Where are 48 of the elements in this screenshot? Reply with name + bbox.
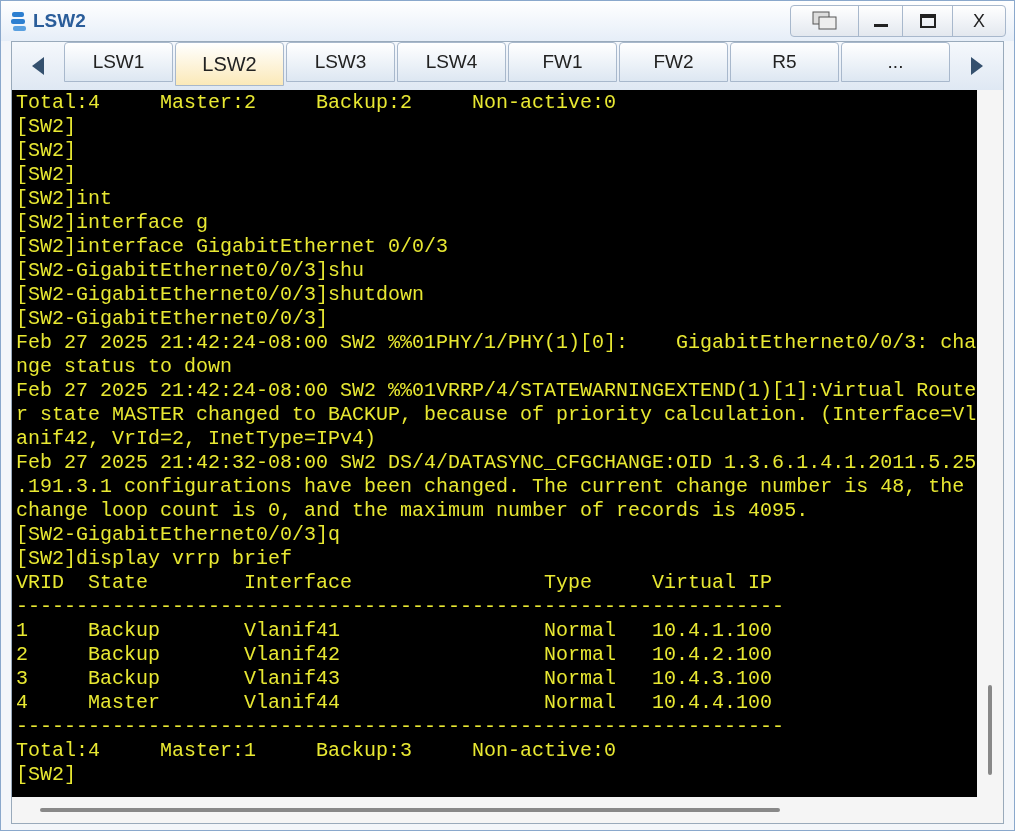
terminal-line: Feb 27 2025 21:42:32-08:00 SW2 DS/4/DATASYNC_CFGCHANGE:OID 1.3.6.1.4.1.2011.5.25 xyxy=(16,451,977,475)
terminal-line: 3 Backup Vlanif43 Normal 10.4.3.100 xyxy=(16,667,773,691)
tab[interactable]: R5 xyxy=(730,42,839,82)
terminal-line: [SW2]interface g xyxy=(16,211,209,235)
right-arrow-icon xyxy=(971,57,983,75)
tab[interactable]: FW1 xyxy=(508,42,617,82)
maximize-icon xyxy=(919,14,936,28)
terminal-line: Total:4 Master:1 Backup:3 Non-active:0 xyxy=(16,739,617,763)
terminal-line: [SW2]interface GigabitEthernet 0/0/3 xyxy=(16,235,449,259)
terminal-line: [SW2]display vrrp brief xyxy=(16,547,293,571)
terminal-line: [SW2-GigabitEthernet0/0/3]q xyxy=(16,523,341,547)
left-arrow-icon xyxy=(32,57,44,75)
windows-icon xyxy=(811,11,838,31)
app-icon xyxy=(9,10,29,32)
tab[interactable]: FW2 xyxy=(619,42,728,82)
window-title: LSW2 xyxy=(33,8,86,33)
terminal-line: r state MASTER changed to BACKUP, because of priority calculation. (Interface=Vl xyxy=(16,403,977,427)
terminal-line: [SW2] xyxy=(16,763,76,787)
horizontal-scrollbar[interactable] xyxy=(12,797,1003,823)
terminal-line: [SW2-GigabitEthernet0/0/3]shutdown xyxy=(16,283,425,307)
tab[interactable]: LSW3 xyxy=(286,42,395,82)
terminal-line: anif42, VrId=2, InetType=IPv4) xyxy=(16,427,377,451)
terminal-line: Total:4 Master:2 Backup:2 Non-active:0 xyxy=(16,91,617,115)
terminal-line: [SW2] xyxy=(16,163,76,187)
terminal-line: 4 Master Vlanif44 Normal 10.4.4.100 xyxy=(16,691,773,715)
tab[interactable]: LSW2 xyxy=(175,42,284,86)
vertical-scrollbar[interactable] xyxy=(977,90,1003,797)
tab[interactable]: ... xyxy=(841,42,950,82)
terminal-line: [SW2] xyxy=(16,139,76,163)
terminal-line: [SW2-GigabitEthernet0/0/3]shu xyxy=(16,259,365,283)
terminal-line: .191.3.1 configurations have been changed. The current change number is 48, the xyxy=(16,475,965,499)
terminal-line: nge status to down xyxy=(16,355,233,379)
terminal-line: Feb 27 2025 21:42:24-08:00 SW2 %%01PHY/1/PHY(1)[0]: GigabitEthernet0/0/3: cha xyxy=(16,331,977,355)
scrollbar-thumb[interactable] xyxy=(40,808,780,812)
terminal-line: ---------------------------------------------------------------- xyxy=(16,595,785,619)
minimize-icon xyxy=(873,24,888,27)
terminal-line: 2 Backup Vlanif42 Normal 10.4.2.100 xyxy=(16,643,773,667)
terminal-line: VRID State Interface Type Virtual IP xyxy=(16,571,773,595)
tab[interactable]: LSW4 xyxy=(397,42,506,82)
terminal-line: change loop count is 0, and the maximum number of records is 4095. xyxy=(16,499,809,523)
scrollbar-thumb[interactable] xyxy=(988,685,992,775)
tab[interactable]: LSW1 xyxy=(64,42,173,82)
terminal-line: Feb 27 2025 21:42:24-08:00 SW2 %%01VRRP/4/STATEWARNINGEXTEND(1)[1]:Virtual Route xyxy=(16,379,977,403)
terminal-line: ---------------------------------------------------------------- xyxy=(16,715,785,739)
terminal-line: [SW2-GigabitEthernet0/0/3] xyxy=(16,307,329,331)
terminal-line: [SW2] xyxy=(16,115,76,139)
terminal-line: [SW2]int xyxy=(16,187,112,211)
terminal-line: 1 Backup Vlanif41 Normal 10.4.1.100 xyxy=(16,619,773,643)
